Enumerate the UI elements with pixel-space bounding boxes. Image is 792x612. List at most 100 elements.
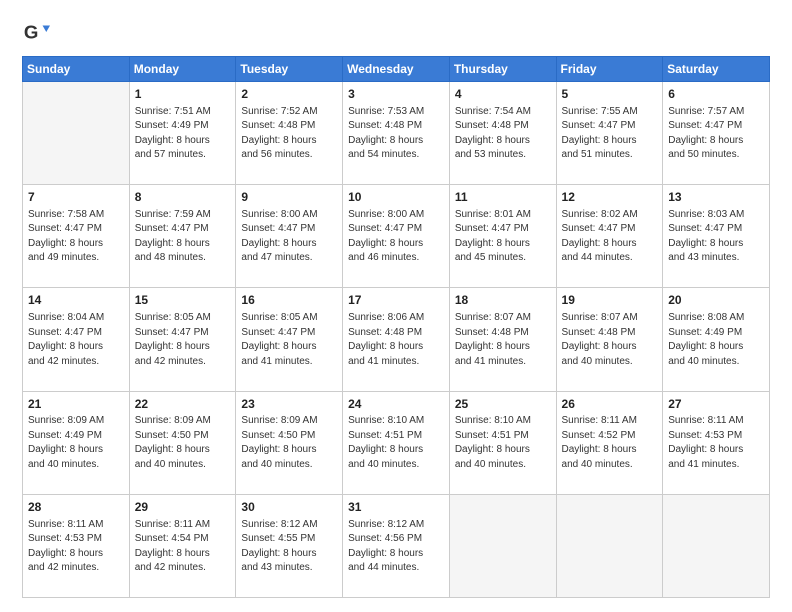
day-header-sunday: Sunday <box>23 57 130 82</box>
day-number: 26 <box>562 396 658 413</box>
day-info: Sunrise: 8:12 AMSunset: 4:56 PMDaylight:… <box>348 518 444 576</box>
day-number: 29 <box>135 499 231 516</box>
calendar-cell: 15 Sunrise: 8:05 AMSunset: 4:47 PMDayligh… <box>129 288 236 391</box>
calendar-cell <box>556 494 663 597</box>
day-info: Sunrise: 8:10 AMSunset: 4:51 PMDaylight:… <box>455 414 551 472</box>
calendar-cell: 17 Sunrise: 8:06 AMSunset: 4:48 PMDayligh… <box>343 288 450 391</box>
day-info: Sunrise: 7:52 AMSunset: 4:48 PMDaylight:… <box>241 105 337 163</box>
day-number: 7 <box>28 189 124 206</box>
day-info: Sunrise: 7:53 AMSunset: 4:48 PMDaylight:… <box>348 105 444 163</box>
day-info: Sunrise: 8:05 AMSunset: 4:47 PMDaylight:… <box>135 311 231 369</box>
day-number: 15 <box>135 292 231 309</box>
day-number: 16 <box>241 292 337 309</box>
day-number: 31 <box>348 499 444 516</box>
day-number: 18 <box>455 292 551 309</box>
day-number: 23 <box>241 396 337 413</box>
calendar-cell: 16 Sunrise: 8:05 AMSunset: 4:47 PMDayligh… <box>236 288 343 391</box>
calendar-cell: 18 Sunrise: 8:07 AMSunset: 4:48 PMDayligh… <box>449 288 556 391</box>
day-info: Sunrise: 8:12 AMSunset: 4:55 PMDaylight:… <box>241 518 337 576</box>
day-header-wednesday: Wednesday <box>343 57 450 82</box>
day-number: 8 <box>135 189 231 206</box>
calendar-cell: 21Sunrise: 8:09 AMSunset: 4:49 PMDayligh… <box>23 391 130 494</box>
day-number: 11 <box>455 189 551 206</box>
calendar-cell: 10 Sunrise: 8:00 AMSunset: 4:47 PMDayligh… <box>343 185 450 288</box>
calendar-cell: 14 Sunrise: 8:04 AMSunset: 4:47 PMDayligh… <box>23 288 130 391</box>
day-header-saturday: Saturday <box>663 57 770 82</box>
calendar-cell: 28 Sunrise: 8:11 AMSunset: 4:53 PMDayligh… <box>23 494 130 597</box>
day-info: Sunrise: 8:09 AMSunset: 4:49 PMDaylight:… <box>28 414 124 472</box>
day-info: Sunrise: 8:11 AMSunset: 4:53 PMDaylight:… <box>28 518 124 576</box>
calendar-table: SundayMondayTuesdayWednesdayThursdayFrid… <box>22 56 770 598</box>
day-number: 6 <box>668 86 764 103</box>
day-number: 10 <box>348 189 444 206</box>
calendar-cell: 4 Sunrise: 7:54 AMSunset: 4:48 PMDaylight… <box>449 82 556 185</box>
logo: G <box>22 18 54 46</box>
page-header: G <box>22 18 770 46</box>
calendar-cell <box>663 494 770 597</box>
day-info: Sunrise: 8:09 AMSunset: 4:50 PMDaylight:… <box>241 414 337 472</box>
calendar-cell: 7 Sunrise: 7:58 AMSunset: 4:47 PMDaylight… <box>23 185 130 288</box>
day-number: 4 <box>455 86 551 103</box>
calendar-cell: 1 Sunrise: 7:51 AMSunset: 4:49 PMDaylight… <box>129 82 236 185</box>
day-number: 1 <box>135 86 231 103</box>
calendar-cell: 24Sunrise: 8:10 AMSunset: 4:51 PMDayligh… <box>343 391 450 494</box>
day-info: Sunrise: 8:07 AMSunset: 4:48 PMDaylight:… <box>455 311 551 369</box>
day-number: 27 <box>668 396 764 413</box>
day-info: Sunrise: 7:55 AMSunset: 4:47 PMDaylight:… <box>562 105 658 163</box>
calendar-cell: 19Sunrise: 8:07 AMSunset: 4:48 PMDayligh… <box>556 288 663 391</box>
day-info: Sunrise: 8:05 AMSunset: 4:47 PMDaylight:… <box>241 311 337 369</box>
day-info: Sunrise: 7:57 AMSunset: 4:47 PMDaylight:… <box>668 105 764 163</box>
calendar-week-2: 14 Sunrise: 8:04 AMSunset: 4:47 PMDayligh… <box>23 288 770 391</box>
svg-text:G: G <box>24 22 39 43</box>
calendar-cell: 12Sunrise: 8:02 AMSunset: 4:47 PMDayligh… <box>556 185 663 288</box>
day-info: Sunrise: 8:00 AMSunset: 4:47 PMDaylight:… <box>348 208 444 266</box>
calendar-cell: 27Sunrise: 8:11 AMSunset: 4:53 PMDayligh… <box>663 391 770 494</box>
day-number: 21 <box>28 396 124 413</box>
calendar-week-0: 1 Sunrise: 7:51 AMSunset: 4:49 PMDaylight… <box>23 82 770 185</box>
calendar-cell: 8 Sunrise: 7:59 AMSunset: 4:47 PMDaylight… <box>129 185 236 288</box>
day-info: Sunrise: 7:58 AMSunset: 4:47 PMDaylight:… <box>28 208 124 266</box>
calendar-cell: 23Sunrise: 8:09 AMSunset: 4:50 PMDayligh… <box>236 391 343 494</box>
day-header-thursday: Thursday <box>449 57 556 82</box>
day-info: Sunrise: 7:54 AMSunset: 4:48 PMDaylight:… <box>455 105 551 163</box>
calendar-cell: 20Sunrise: 8:08 AMSunset: 4:49 PMDayligh… <box>663 288 770 391</box>
calendar-cell: 5Sunrise: 7:55 AMSunset: 4:47 PMDaylight… <box>556 82 663 185</box>
day-number: 3 <box>348 86 444 103</box>
day-number: 20 <box>668 292 764 309</box>
calendar-cell: 3 Sunrise: 7:53 AMSunset: 4:48 PMDaylight… <box>343 82 450 185</box>
day-info: Sunrise: 8:06 AMSunset: 4:48 PMDaylight:… <box>348 311 444 369</box>
calendar-cell: 13 Sunrise: 8:03 AMSunset: 4:47 PMDayligh… <box>663 185 770 288</box>
calendar-cell <box>449 494 556 597</box>
day-info: Sunrise: 7:59 AMSunset: 4:47 PMDaylight:… <box>135 208 231 266</box>
calendar-cell: 30Sunrise: 8:12 AMSunset: 4:55 PMDayligh… <box>236 494 343 597</box>
day-info: Sunrise: 7:51 AMSunset: 4:49 PMDaylight:… <box>135 105 231 163</box>
day-number: 24 <box>348 396 444 413</box>
day-info: Sunrise: 8:04 AMSunset: 4:47 PMDaylight:… <box>28 311 124 369</box>
calendar-cell: 26Sunrise: 8:11 AMSunset: 4:52 PMDayligh… <box>556 391 663 494</box>
calendar-week-3: 21Sunrise: 8:09 AMSunset: 4:49 PMDayligh… <box>23 391 770 494</box>
day-header-tuesday: Tuesday <box>236 57 343 82</box>
day-info: Sunrise: 8:07 AMSunset: 4:48 PMDaylight:… <box>562 311 658 369</box>
calendar-cell: 31 Sunrise: 8:12 AMSunset: 4:56 PMDayligh… <box>343 494 450 597</box>
calendar-week-1: 7 Sunrise: 7:58 AMSunset: 4:47 PMDaylight… <box>23 185 770 288</box>
day-header-monday: Monday <box>129 57 236 82</box>
day-info: Sunrise: 8:11 AMSunset: 4:54 PMDaylight:… <box>135 518 231 576</box>
calendar-cell: 6 Sunrise: 7:57 AMSunset: 4:47 PMDaylight… <box>663 82 770 185</box>
day-info: Sunrise: 8:10 AMSunset: 4:51 PMDaylight:… <box>348 414 444 472</box>
day-info: Sunrise: 8:09 AMSunset: 4:50 PMDaylight:… <box>135 414 231 472</box>
calendar-cell: 11 Sunrise: 8:01 AMSunset: 4:47 PMDayligh… <box>449 185 556 288</box>
day-info: Sunrise: 8:02 AMSunset: 4:47 PMDaylight:… <box>562 208 658 266</box>
day-number: 9 <box>241 189 337 206</box>
logo-icon: G <box>22 18 50 46</box>
day-number: 14 <box>28 292 124 309</box>
calendar-week-4: 28 Sunrise: 8:11 AMSunset: 4:53 PMDayligh… <box>23 494 770 597</box>
day-info: Sunrise: 8:01 AMSunset: 4:47 PMDaylight:… <box>455 208 551 266</box>
day-info: Sunrise: 8:03 AMSunset: 4:47 PMDaylight:… <box>668 208 764 266</box>
day-info: Sunrise: 8:11 AMSunset: 4:52 PMDaylight:… <box>562 414 658 472</box>
calendar-cell: 9Sunrise: 8:00 AMSunset: 4:47 PMDaylight… <box>236 185 343 288</box>
calendar-cell: 25Sunrise: 8:10 AMSunset: 4:51 PMDayligh… <box>449 391 556 494</box>
day-number: 2 <box>241 86 337 103</box>
day-number: 17 <box>348 292 444 309</box>
day-number: 28 <box>28 499 124 516</box>
day-number: 13 <box>668 189 764 206</box>
